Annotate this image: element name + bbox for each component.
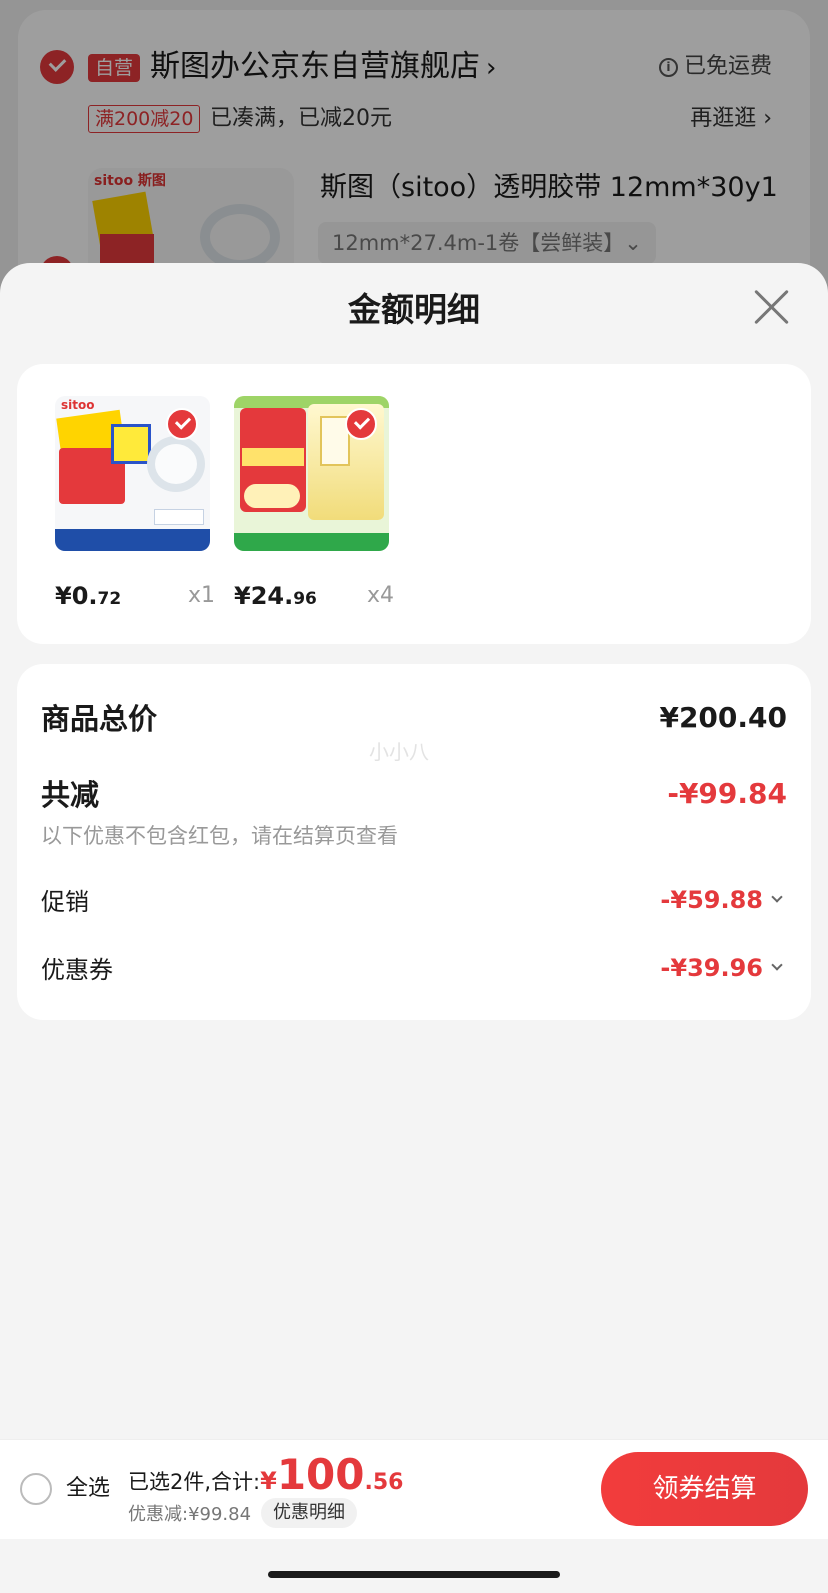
total-integer: 100 bbox=[276, 1450, 365, 1499]
checkout-bar: 全选 已选2件,合计: ¥ 100 .56 优惠减:¥99.84 优惠明细 领券… bbox=[0, 1439, 828, 1539]
promotion-row[interactable]: 促销 -¥59.88 bbox=[41, 882, 787, 917]
item-price: ¥24.96 bbox=[234, 582, 317, 610]
currency-symbol: ¥ bbox=[260, 1467, 277, 1495]
goods-card: sitoo ¥0.72 x1 ¥24.96 x4 bbox=[17, 364, 811, 644]
coupon-label: 优惠券 bbox=[41, 956, 113, 984]
sheet-title: 金额明细 bbox=[348, 290, 480, 329]
home-indicator[interactable] bbox=[268, 1571, 560, 1578]
item-price: ¥0.72 bbox=[55, 582, 122, 610]
checkmark-icon bbox=[166, 408, 198, 440]
chevron-down-icon bbox=[771, 958, 783, 971]
tape-product-image: sitoo bbox=[55, 396, 210, 551]
total-line: 已选2件,合计: ¥ 100 .56 bbox=[128, 1450, 403, 1500]
total-reduce-value: -¥99.84 bbox=[667, 776, 787, 810]
discount-note: 以下优惠不包含红包，请在结算页查看 bbox=[41, 824, 398, 848]
total-price-row: 商品总价 ¥200.40 bbox=[41, 696, 787, 738]
total-decimal: .56 bbox=[364, 1470, 404, 1495]
discount-detail-button[interactable]: 优惠明细 bbox=[261, 1498, 358, 1528]
promotion-value: -¥59.88 bbox=[660, 885, 763, 914]
background-cart-page: 自营 斯图办公京东自营旗舰店 › i 已免运费 满200减20 已凑满，已减20元… bbox=[0, 0, 828, 310]
discount-amount: 优惠减:¥99.84 bbox=[128, 1504, 252, 1525]
item-quantity: x1 bbox=[187, 583, 215, 608]
promotion-label: 促销 bbox=[41, 888, 89, 916]
checkout-button[interactable]: 领券结算 bbox=[601, 1452, 808, 1526]
coupon-value: -¥39.96 bbox=[660, 953, 763, 982]
total-price-label: 商品总价 bbox=[41, 702, 158, 736]
goods-item[interactable]: ¥24.96 x4 bbox=[234, 364, 394, 644]
watermark: 小小八 bbox=[369, 740, 429, 764]
discount-line: 优惠减:¥99.84 优惠明细 bbox=[128, 1498, 358, 1528]
modal-overlay[interactable] bbox=[0, 0, 828, 300]
checkmark-icon bbox=[345, 408, 377, 440]
total-price-value: ¥200.40 bbox=[659, 700, 787, 734]
price-summary-card: 小小八 商品总价 ¥200.40 共减 -¥99.84 以下优惠不包含红包，请在… bbox=[17, 664, 811, 1020]
select-all-label[interactable]: 全选 bbox=[66, 1473, 110, 1505]
total-reduce-label: 共减 bbox=[41, 778, 100, 812]
coupon-row[interactable]: 优惠券 -¥39.96 bbox=[41, 950, 787, 985]
rice-product-image bbox=[234, 396, 389, 551]
selected-count: 已选2件,合计: bbox=[128, 1470, 261, 1494]
total-reduce-row: 共减 -¥99.84 bbox=[41, 772, 787, 814]
goods-item[interactable]: sitoo ¥0.72 x1 bbox=[55, 364, 215, 644]
amount-detail-sheet: 金额明细 sitoo ¥0.72 x1 ¥24.96 x4 小小八 商品总价 ¥… bbox=[0, 263, 828, 1593]
select-all-checkbox[interactable] bbox=[20, 1473, 52, 1505]
item-quantity: x4 bbox=[366, 583, 394, 608]
chevron-down-icon bbox=[771, 890, 783, 903]
close-icon[interactable] bbox=[752, 287, 792, 327]
